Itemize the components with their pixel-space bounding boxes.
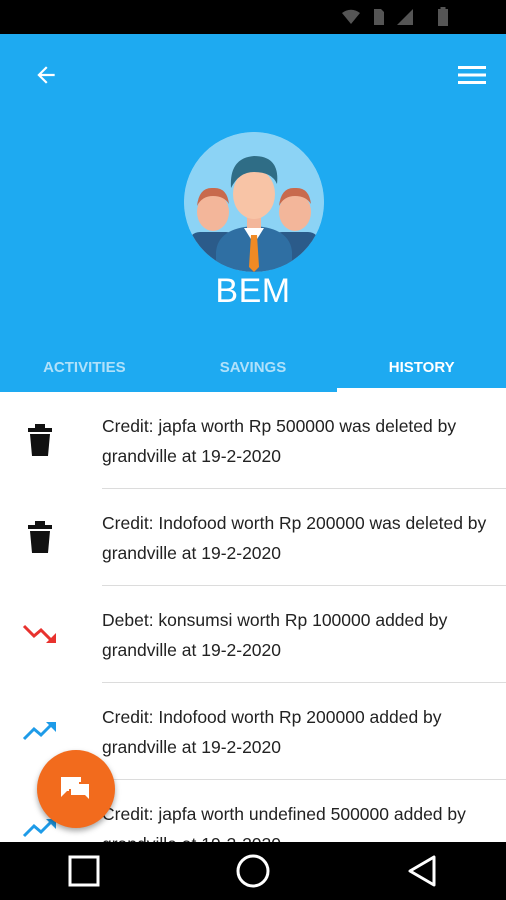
square-icon <box>68 855 100 887</box>
list-item[interactable]: Credit: japfa worth Rp 500000 was delete… <box>0 392 506 489</box>
triangle-back-icon <box>408 855 436 887</box>
home-button[interactable] <box>223 846 283 896</box>
menu-button[interactable] <box>452 58 492 92</box>
circle-icon <box>236 854 270 888</box>
profile-name: BEM <box>215 272 291 310</box>
tab-savings[interactable]: SAVINGS <box>169 342 338 392</box>
history-text: Credit: Indofood worth Rp 200000 added b… <box>102 707 442 757</box>
tab-bar: ACTIVITIES SAVINGS HISTORY <box>0 342 506 392</box>
history-text: Credit: japfa worth undefined 500000 add… <box>102 804 466 842</box>
history-text: Debet: konsumsi worth Rp 100000 added by… <box>102 610 448 660</box>
status-bar <box>0 0 506 34</box>
sim-icon <box>374 9 384 25</box>
avatar <box>184 132 324 272</box>
recents-button[interactable] <box>54 846 114 896</box>
trending-down-icon <box>20 614 60 654</box>
battery-icon <box>438 7 448 26</box>
back-button[interactable] <box>26 58 66 92</box>
back-nav-button[interactable] <box>392 846 452 896</box>
arrow-left-icon <box>37 66 55 84</box>
trending-up-icon <box>20 711 60 751</box>
hamburger-menu-icon <box>458 66 486 84</box>
trash-icon <box>20 420 60 460</box>
chat-fab-button[interactable] <box>37 750 115 828</box>
signal-icon <box>397 9 413 25</box>
wifi-icon <box>342 9 360 24</box>
group-avatar-icon <box>184 132 324 272</box>
list-item[interactable]: Credit: Indofood worth Rp 200000 was del… <box>0 489 506 586</box>
history-text: Credit: japfa worth Rp 500000 was delete… <box>102 416 457 466</box>
history-text: Credit: Indofood worth Rp 200000 was del… <box>102 513 487 563</box>
tab-history[interactable]: HISTORY <box>337 342 506 392</box>
trash-icon <box>20 517 60 557</box>
profile-header: BEM ACTIVITIES SAVINGS HISTORY <box>0 34 506 392</box>
tab-activities[interactable]: ACTIVITIES <box>0 342 169 392</box>
list-item[interactable]: Debet: konsumsi worth Rp 100000 added by… <box>0 586 506 683</box>
status-icons <box>340 7 450 27</box>
chat-icon <box>61 777 91 803</box>
navigation-bar <box>0 842 506 900</box>
